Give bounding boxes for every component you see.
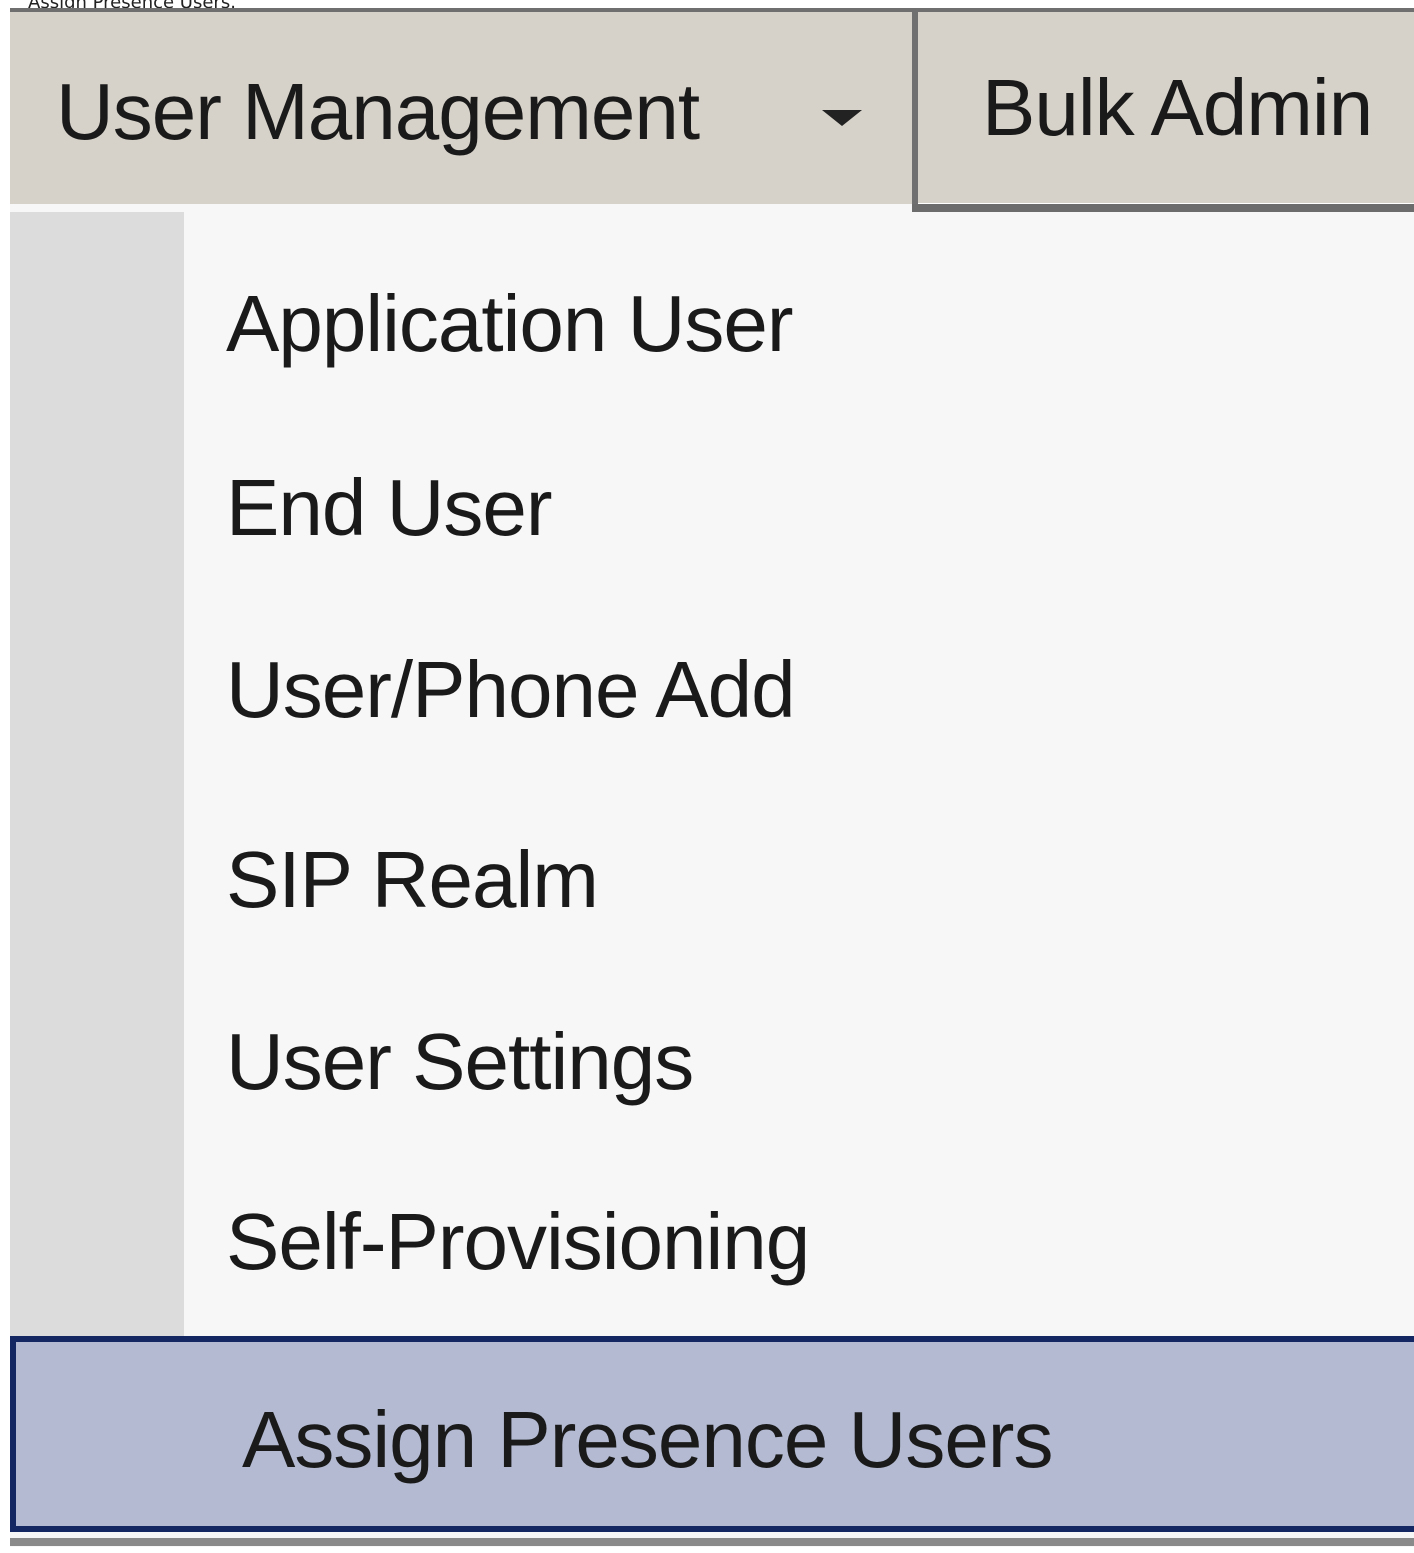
- menu-item-assign-presence-users-label: Assign Presence Users: [242, 1395, 1053, 1484]
- menu-item-self-provisioning[interactable]: Self-Provisioning: [226, 1196, 810, 1288]
- menu-item-end-user[interactable]: End User: [226, 462, 552, 554]
- dropdown-bottom-border: [10, 1538, 1414, 1546]
- menu-item-user-settings[interactable]: User Settings: [226, 1016, 694, 1108]
- dropdown-icon-gutter: [10, 212, 184, 1336]
- menubar-active-gap: [10, 204, 912, 212]
- menu-user-management-label: User Management: [56, 67, 700, 156]
- menu-item-application-user[interactable]: Application User: [226, 278, 793, 370]
- menu-item-user-phone-add[interactable]: User/Phone Add: [226, 644, 796, 736]
- menu-user-management[interactable]: User Management: [10, 8, 918, 206]
- menu-item-sip-realm[interactable]: SIP Realm: [226, 834, 599, 926]
- menu-bulk-admin-label: Bulk Admin: [982, 63, 1373, 152]
- caret-down-icon: [822, 110, 862, 126]
- menu-bulk-admin[interactable]: Bulk Admin: [918, 12, 1414, 204]
- menu-item-assign-presence-users[interactable]: Assign Presence Users: [10, 1336, 1414, 1532]
